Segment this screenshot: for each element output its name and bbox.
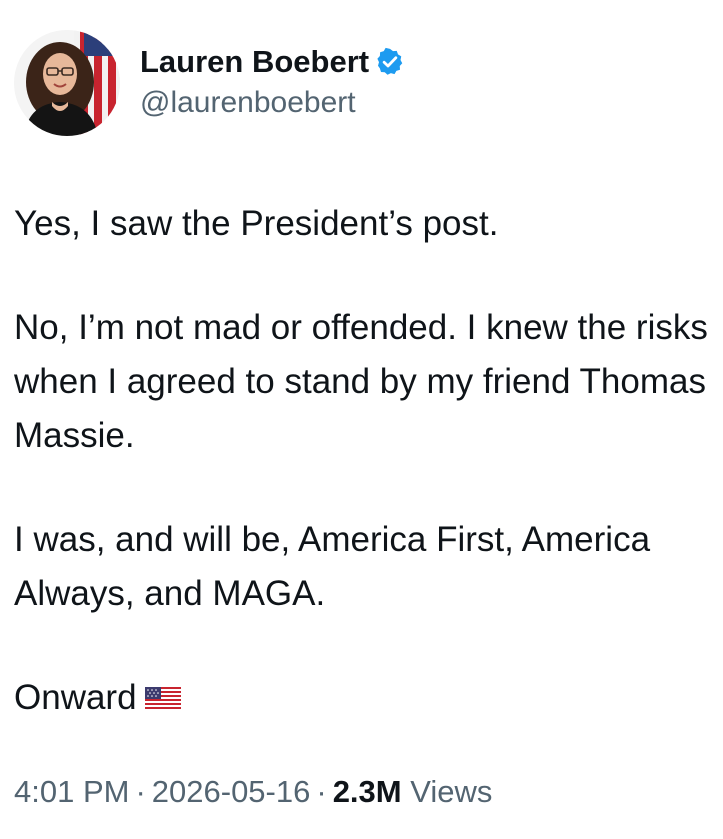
- paragraph-last: Onward: [14, 671, 714, 725]
- paragraph: No, I’m not mad or offended. I knew the …: [14, 308, 718, 455]
- post-date[interactable]: 2026-05-16: [152, 774, 311, 809]
- handle[interactable]: @laurenboebert: [140, 83, 405, 123]
- verified-badge-icon[interactable]: [375, 47, 405, 77]
- tweet-header: Lauren Boebert @laurenboebert: [14, 30, 405, 136]
- tweet-meta: 4:01 PM · 2026-05-16 · 2.3M Views: [14, 770, 492, 814]
- name-row: Lauren Boebert: [140, 43, 405, 81]
- author-names: Lauren Boebert @laurenboebert: [140, 43, 405, 123]
- display-name[interactable]: Lauren Boebert: [140, 43, 369, 81]
- views-label[interactable]: Views: [410, 774, 492, 809]
- paragraph: Yes, I saw the President’s post.: [14, 204, 499, 243]
- us-flag-icon: [144, 687, 181, 711]
- separator: ·: [135, 774, 146, 809]
- separator: ·: [316, 774, 327, 809]
- paragraph: Onward: [14, 678, 137, 717]
- post-time[interactable]: 4:01 PM: [14, 774, 129, 809]
- paragraph: I was, and will be, America First, Ameri…: [14, 520, 658, 613]
- views-count[interactable]: 2.3M: [333, 774, 402, 809]
- avatar[interactable]: [14, 30, 120, 136]
- tweet: Lauren Boebert @laurenboebert Yes, I saw…: [0, 0, 723, 839]
- tweet-text: Yes, I saw the President’s post. No, I’m…: [14, 197, 714, 725]
- avatar-image: [14, 30, 120, 136]
